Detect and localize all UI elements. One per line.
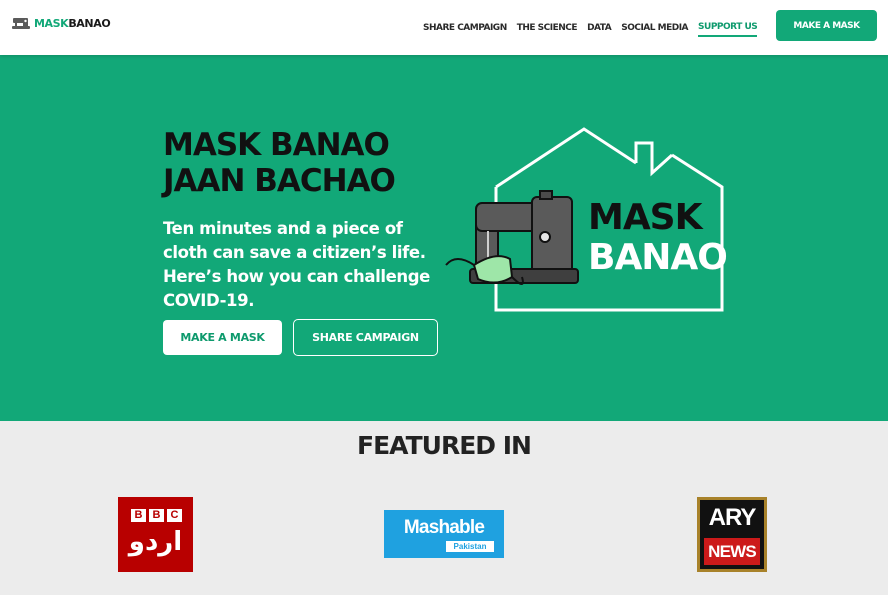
nav-social-media[interactable]: SOCIAL MEDIA bbox=[621, 20, 688, 36]
hero-section: MASK BANAO JAAN BACHAO Ten minutes and a… bbox=[0, 55, 888, 421]
bbc-letter: B bbox=[149, 509, 164, 522]
logo-text-banao: BANAO bbox=[68, 16, 111, 30]
featured-section: FEATURED IN B B C اردو Mashable Pakistan… bbox=[0, 421, 888, 595]
bbc-urdu-script: اردو bbox=[128, 527, 183, 557]
hero-title-line1: MASK BANAO bbox=[163, 127, 390, 163]
hero-share-campaign-button[interactable]: SHARE CAMPAIGN bbox=[293, 319, 438, 356]
sewing-machine-icon bbox=[12, 18, 30, 29]
featured-title: FEATURED IN bbox=[357, 431, 532, 460]
nav-make-a-mask-button[interactable]: MAKE A MASK bbox=[776, 10, 877, 41]
bbc-urdu-logo[interactable]: B B C اردو bbox=[118, 497, 193, 572]
mashable-region-label: Pakistan bbox=[446, 541, 494, 552]
hero-subtitle: Ten minutes and a piece of cloth can sav… bbox=[163, 219, 430, 310]
ary-news-label: NEWS bbox=[704, 538, 760, 565]
hero-make-a-mask-button[interactable]: MAKE A MASK bbox=[163, 320, 282, 355]
bbc-letter: B bbox=[131, 509, 146, 522]
ary-news-logo[interactable]: ARY NEWS bbox=[697, 497, 767, 572]
nav-support-us[interactable]: SUPPORT US bbox=[698, 19, 758, 37]
top-navbar: MASKBANAO SHARE CAMPAIGN THE SCIENCE DAT… bbox=[0, 0, 888, 55]
nav-share-campaign[interactable]: SHARE CAMPAIGN bbox=[423, 20, 507, 36]
hero-title-line2: JAAN BACHAO bbox=[163, 163, 396, 199]
ary-wordmark: ARY bbox=[708, 504, 757, 531]
site-logo[interactable]: MASKBANAO bbox=[12, 14, 111, 32]
hero-art-word-mask: MASK bbox=[588, 197, 703, 238]
mashable-pakistan-logo[interactable]: Mashable Pakistan bbox=[384, 510, 504, 558]
nav-the-science[interactable]: THE SCIENCE bbox=[517, 20, 578, 36]
hero-title: MASK BANAO JAAN BACHAO bbox=[163, 127, 463, 199]
mashable-wordmark: Mashable bbox=[403, 517, 485, 538]
hero-art-word-banao: BANAO bbox=[588, 237, 728, 278]
logo-text-mask: MASK bbox=[34, 16, 69, 30]
nav-links: SHARE CAMPAIGN THE SCIENCE DATA SOCIAL M… bbox=[418, 0, 762, 55]
nav-data[interactable]: DATA bbox=[587, 20, 612, 36]
bbc-letter: C bbox=[167, 509, 182, 522]
